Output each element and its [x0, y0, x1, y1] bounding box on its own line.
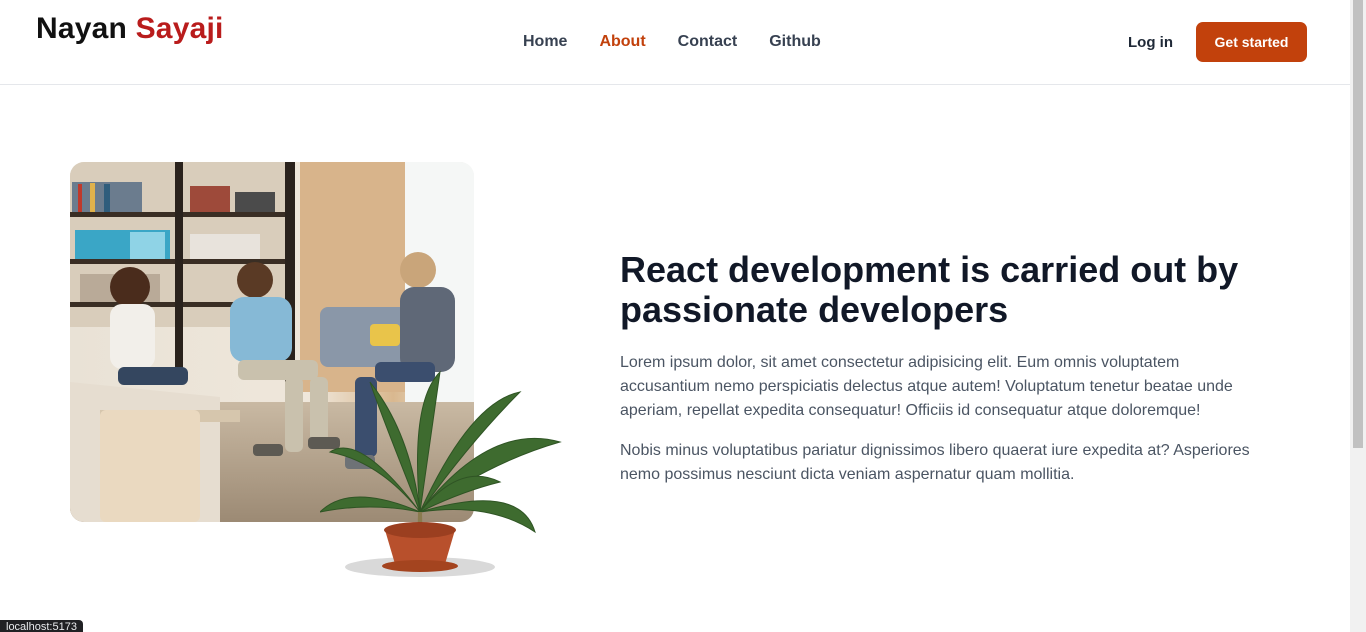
nav-github[interactable]: Github — [769, 33, 821, 51]
brand-logo[interactable]: Nayan Sayaji — [36, 12, 224, 46]
hero-heading: React development is carried out by pass… — [620, 249, 1239, 330]
potted-plant-icon — [320, 370, 562, 577]
get-started-button[interactable]: Get started — [1196, 22, 1307, 62]
scrollbar-thumb[interactable] — [1353, 0, 1363, 448]
hero-paragraph-1: Lorem ipsum dolor, sit amet consectetur … — [620, 354, 1233, 419]
brand-first-name: Nayan — [36, 12, 128, 45]
hero-illustration — [70, 162, 570, 577]
brand-last-name: Sayaji — [135, 12, 224, 45]
login-link[interactable]: Log in — [1128, 34, 1173, 51]
nav-contact[interactable]: Contact — [678, 33, 738, 51]
nav-about[interactable]: About — [599, 33, 645, 51]
link-status-bar: localhost:5173 — [0, 620, 83, 632]
main-nav: Home About Contact Github — [523, 33, 821, 51]
hero-paragraph-2: Nobis minus voluptatibus pariatur dignis… — [620, 442, 1250, 483]
site-header: Nayan Sayaji Home About Contact Github L… — [0, 0, 1350, 85]
nav-home[interactable]: Home — [523, 33, 567, 51]
vertical-scrollbar[interactable] — [1350, 0, 1366, 632]
